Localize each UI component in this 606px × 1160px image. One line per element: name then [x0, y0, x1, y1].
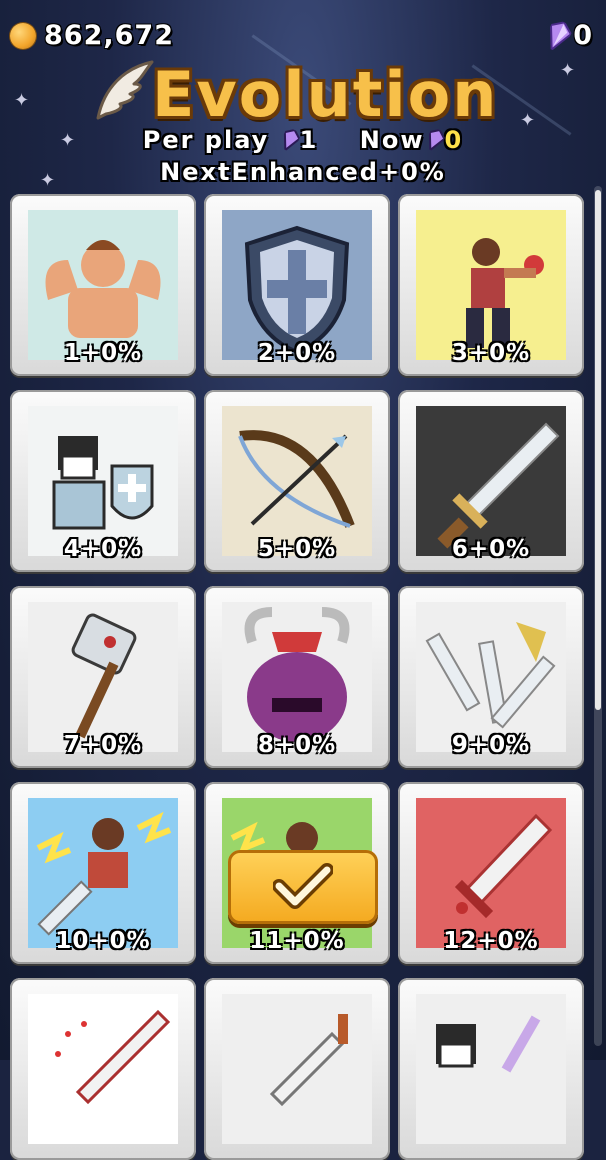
card-image [28, 406, 178, 556]
page-title: Evolution [152, 58, 499, 131]
evolution-card[interactable]: 10+0% [10, 782, 196, 964]
evolution-card[interactable]: 8+0% [204, 586, 390, 768]
card-image [28, 210, 178, 360]
bow-icon [238, 430, 355, 528]
mace-icon [71, 613, 137, 739]
card-level-label: 2+0% [257, 340, 337, 366]
card-image [222, 994, 372, 1144]
demon-icon [244, 607, 350, 742]
top-bar: 862,672 0 [0, 10, 606, 58]
evolution-card[interactable]: 3+0% [398, 194, 584, 376]
blood-sword-icon [55, 1009, 171, 1105]
card-image [416, 602, 566, 752]
card-image [28, 994, 178, 1144]
lightning-warrior-icon [36, 811, 172, 936]
shield-icon [244, 225, 350, 355]
per-play-line: Per play 1 Now 0 [0, 126, 606, 154]
evolution-card[interactable]: 12+0% [398, 782, 584, 964]
card-level-label: 3+0% [451, 340, 531, 366]
gem-icon [550, 20, 573, 52]
card-level-label: 4+0% [63, 536, 143, 562]
gem-counter: 0 [547, 20, 592, 52]
card-image [416, 406, 566, 556]
now-label: Now [359, 126, 425, 154]
boxer-icon [466, 238, 544, 348]
card-level-label: 1+0% [63, 340, 143, 366]
now-value: 0 [444, 126, 464, 154]
card-image [416, 994, 566, 1144]
evolution-card[interactable]: 9+0% [398, 586, 584, 768]
card-image [416, 798, 566, 948]
gem-icon [428, 128, 446, 152]
card-image [222, 602, 372, 752]
evolution-card[interactable]: 1+0% [10, 194, 196, 376]
sword-icon [437, 422, 560, 549]
triple-sword-icon [425, 622, 556, 729]
confirm-button[interactable] [228, 850, 378, 924]
dagger-icon [269, 1014, 348, 1107]
dark-hero-icon [436, 1015, 541, 1073]
evolution-card[interactable] [10, 978, 196, 1160]
card-level-label: 9+0% [451, 732, 531, 758]
card-level-label: 12+0% [443, 928, 539, 954]
gem-amount: 0 [573, 20, 592, 51]
evolution-card[interactable] [204, 978, 390, 1160]
card-level-label: 8+0% [257, 732, 337, 758]
card-level-label: 5+0% [257, 536, 337, 562]
evolution-card[interactable]: 6+0% [398, 390, 584, 572]
strongman-icon [45, 240, 161, 338]
gem-icon [283, 128, 301, 152]
coin-icon [10, 22, 36, 49]
evolution-card[interactable] [398, 978, 584, 1160]
checkmark-icon [273, 863, 333, 909]
next-enhanced-text: NextEnhanced+0% [160, 158, 446, 186]
card-level-label: 10+0% [55, 928, 151, 954]
evolution-card[interactable]: 7+0% [10, 586, 196, 768]
card-image [416, 210, 566, 360]
card-image [222, 406, 372, 556]
scrollbar-thumb[interactable] [595, 190, 601, 710]
knight-icon [52, 436, 154, 530]
title-row: Evolution [0, 58, 606, 131]
per-play-label: Per play [142, 126, 270, 154]
evolution-card[interactable]: 2+0% [204, 194, 390, 376]
card-level-label: 6+0% [451, 536, 531, 562]
card-image [28, 798, 178, 948]
evolution-card[interactable]: 5+0% [204, 390, 390, 572]
card-image [28, 602, 178, 752]
evolution-card[interactable]: 4+0% [10, 390, 196, 572]
coin-amount: 862,672 [44, 20, 174, 51]
wing-icon [96, 60, 154, 120]
coin-counter: 862,672 [10, 20, 174, 51]
evolution-grid: 1+0% 2+0% 3+0% 4+0% 5+0% 6+0% 7+0% 8+0% 9+0% 10+0… [10, 194, 586, 1160]
per-play-value: 1 [299, 126, 319, 154]
card-level-label: 11+0% [249, 928, 345, 954]
card-image [222, 210, 372, 360]
red-sword-icon [454, 813, 553, 919]
card-level-label: 7+0% [63, 732, 143, 758]
